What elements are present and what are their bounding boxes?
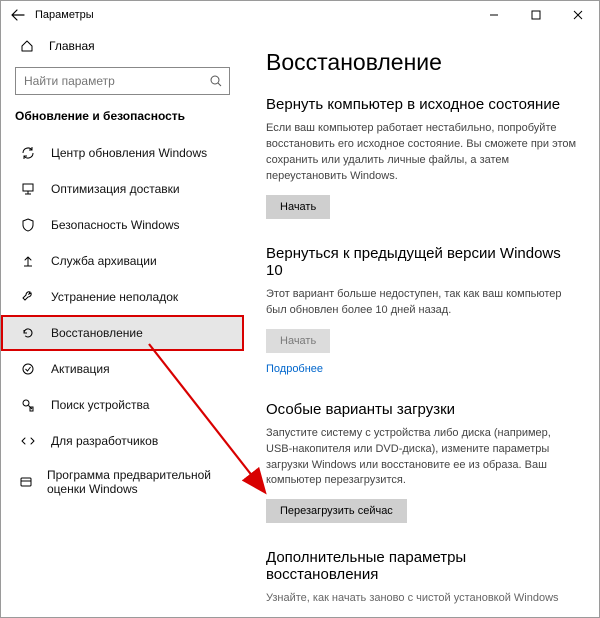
recovery-icon bbox=[19, 325, 37, 341]
sidebar-item-label: Поиск устройства bbox=[51, 398, 149, 412]
shield-icon bbox=[19, 217, 37, 233]
window-title: Параметры bbox=[35, 9, 94, 21]
sidebar-item-windows-update[interactable]: Центр обновления Windows bbox=[1, 135, 244, 171]
section-heading: Вернуть компьютер в исходное состояние bbox=[266, 96, 577, 113]
sidebar-item-label: Центр обновления Windows bbox=[51, 146, 207, 160]
sidebar-item-label: Оптимизация доставки bbox=[51, 182, 180, 196]
goback-more-link[interactable]: Подробнее bbox=[266, 363, 323, 375]
delivery-icon bbox=[19, 181, 37, 197]
minimize-icon bbox=[489, 10, 499, 20]
section-description: Этот вариант больше недоступен, так как … bbox=[266, 287, 577, 319]
home-icon bbox=[17, 38, 37, 54]
section-reset-pc: Вернуть компьютер в исходное состояние Е… bbox=[266, 96, 577, 219]
sidebar-item-find-my-device[interactable]: Поиск устройства bbox=[1, 387, 244, 423]
search-box[interactable] bbox=[15, 67, 230, 95]
developer-icon bbox=[19, 433, 37, 449]
update-icon bbox=[19, 145, 37, 161]
section-description: Запустите систему с устройства либо диск… bbox=[266, 426, 577, 490]
insider-icon bbox=[19, 474, 33, 490]
titlebar: Параметры bbox=[1, 1, 599, 29]
sidebar-item-label: Служба архивации bbox=[51, 254, 157, 268]
page-title: Восстановление bbox=[266, 49, 577, 76]
section-heading: Особые варианты загрузки bbox=[266, 401, 577, 418]
section-heading: Вернуться к предыдущей версии Windows 10 bbox=[266, 245, 577, 279]
close-icon bbox=[573, 10, 583, 20]
home-label: Главная bbox=[49, 39, 95, 53]
wrench-icon bbox=[19, 289, 37, 305]
sidebar-item-windows-security[interactable]: Безопасность Windows bbox=[1, 207, 244, 243]
sidebar-item-label: Безопасность Windows bbox=[51, 218, 180, 232]
section-more-recovery: Дополнительные параметры восстановления … bbox=[266, 549, 577, 607]
sidebar-item-label: Устранение неполадок bbox=[51, 290, 178, 304]
sidebar-group-title: Обновление и безопасность bbox=[1, 105, 244, 135]
maximize-button[interactable] bbox=[515, 1, 557, 29]
home-link[interactable]: Главная bbox=[1, 29, 244, 63]
activation-icon bbox=[19, 361, 37, 377]
minimize-button[interactable] bbox=[473, 1, 515, 29]
sidebar-item-for-developers[interactable]: Для разработчиков bbox=[1, 423, 244, 459]
sidebar-item-label: Программа предварительной оценки Windows bbox=[47, 468, 244, 497]
close-button[interactable] bbox=[557, 1, 599, 29]
reset-start-button[interactable]: Начать bbox=[266, 195, 330, 219]
restart-now-button[interactable]: Перезагрузить сейчас bbox=[266, 499, 407, 523]
sidebar-item-insider-program[interactable]: Программа предварительной оценки Windows bbox=[1, 459, 244, 505]
section-description: Если ваш компьютер работает нестабильно,… bbox=[266, 121, 577, 185]
sidebar: Главная Обновление и безопасность Центр … bbox=[1, 29, 244, 617]
section-heading: Дополнительные параметры восстановления bbox=[266, 549, 577, 583]
sidebar-item-label: Активация bbox=[51, 362, 110, 376]
settings-window: Параметры Главная bbox=[0, 0, 600, 618]
goback-start-button: Начать bbox=[266, 329, 330, 353]
back-button[interactable] bbox=[7, 4, 29, 26]
sidebar-item-backup[interactable]: Служба архивации bbox=[1, 243, 244, 279]
sidebar-item-label: Восстановление bbox=[51, 326, 143, 340]
sidebar-nav: Центр обновления Windows Оптимизация дос… bbox=[1, 135, 244, 505]
content-area: Восстановление Вернуть компьютер в исход… bbox=[244, 29, 599, 617]
section-description: Узнайте, как начать заново с чистой уста… bbox=[266, 591, 577, 607]
find-device-icon bbox=[19, 397, 37, 413]
search-input[interactable] bbox=[16, 74, 203, 88]
backup-icon bbox=[19, 253, 37, 269]
sidebar-item-recovery[interactable]: Восстановление bbox=[1, 315, 244, 351]
sidebar-item-label: Для разработчиков bbox=[51, 434, 158, 448]
section-go-back: Вернуться к предыдущей версии Windows 10… bbox=[266, 245, 577, 375]
search-icon bbox=[203, 74, 229, 88]
sidebar-item-troubleshoot[interactable]: Устранение неполадок bbox=[1, 279, 244, 315]
maximize-icon bbox=[531, 10, 541, 20]
sidebar-item-delivery-optimization[interactable]: Оптимизация доставки bbox=[1, 171, 244, 207]
section-advanced-startup: Особые варианты загрузки Запустите систе… bbox=[266, 401, 577, 524]
window-controls bbox=[473, 1, 599, 29]
sidebar-item-activation[interactable]: Активация bbox=[1, 351, 244, 387]
back-arrow-icon bbox=[11, 8, 25, 22]
